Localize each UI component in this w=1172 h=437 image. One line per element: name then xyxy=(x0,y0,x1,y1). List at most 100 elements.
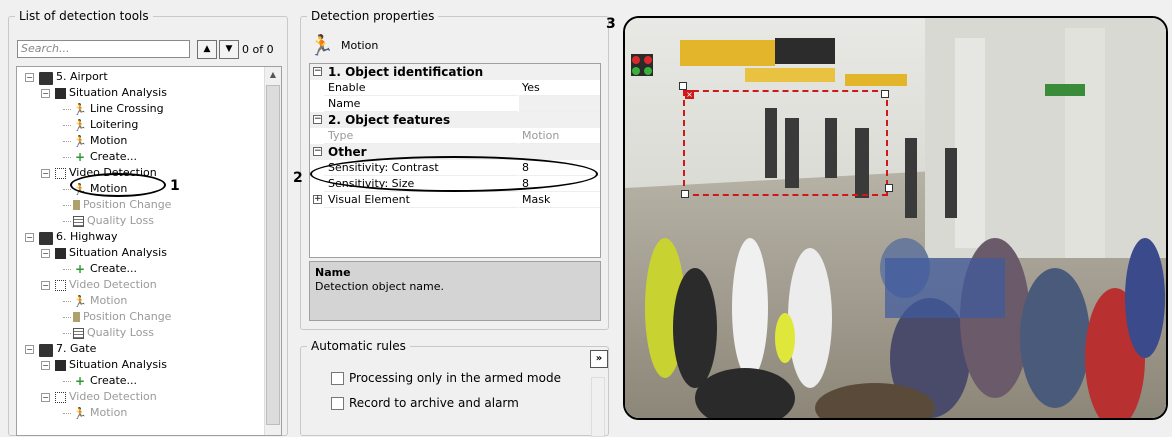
tree-item[interactable]: 🏃 Motion xyxy=(73,293,127,309)
tree-item-label: Quality Loss xyxy=(87,326,154,339)
search-input[interactable]: Search... xyxy=(17,40,190,58)
tree-item-label: Position Change xyxy=(83,310,172,323)
tree-item-label: Motion xyxy=(90,406,128,419)
tree-item[interactable]: 6. Highway xyxy=(39,229,118,245)
tree-item-label: Situation Analysis xyxy=(69,358,167,371)
expand-toggle[interactable]: − xyxy=(25,233,34,242)
detection-tools-panel: List of detection tools Search... ▲ ▼ 0 … xyxy=(8,9,288,436)
rules-scrollbar[interactable] xyxy=(591,377,605,437)
expand-toggle[interactable]: − xyxy=(313,147,322,156)
property-category[interactable]: −2. Object features xyxy=(310,112,600,128)
tree-item-label: Motion xyxy=(90,134,128,147)
search-counter: 0 of 0 xyxy=(242,43,274,56)
tree-item[interactable]: Quality Loss xyxy=(73,325,154,341)
tree-item-label: Video Detection xyxy=(69,278,157,291)
video-detection-icon xyxy=(55,279,66,291)
tree-item[interactable]: + Create... xyxy=(73,373,137,389)
position-change-icon xyxy=(73,200,80,210)
tree-item[interactable]: Situation Analysis xyxy=(55,357,167,373)
tree-item[interactable]: Position Change xyxy=(73,197,171,213)
property-category[interactable]: −1. Object identification xyxy=(310,64,600,80)
panel-title: Automatic rules xyxy=(307,339,410,353)
area-handle[interactable] xyxy=(885,184,893,192)
runner-icon: 🏃 xyxy=(73,118,87,132)
tree-item[interactable]: 7. Gate xyxy=(39,341,96,357)
tree-item-label: Quality Loss xyxy=(87,214,154,227)
tree-item-label: Create... xyxy=(90,374,138,387)
tree-connector xyxy=(63,189,71,190)
tree-item[interactable]: Situation Analysis xyxy=(55,245,167,261)
property-key: 2. Object features xyxy=(328,113,451,127)
record-archive-checkbox[interactable]: Record to archive and alarm xyxy=(331,396,519,410)
tree-item-label: Motion xyxy=(90,294,128,307)
property-key: Visual Element xyxy=(328,193,410,206)
runner-icon: 🏃 xyxy=(309,33,334,57)
expand-toggle[interactable]: − xyxy=(313,115,322,124)
property-row[interactable]: Enable Yes xyxy=(310,80,600,96)
expand-toggle[interactable]: − xyxy=(41,361,50,370)
property-key: 1. Object identification xyxy=(328,65,484,79)
runner-icon: 🏃 xyxy=(73,294,87,308)
expand-toggle[interactable]: − xyxy=(41,393,50,402)
description-text: Detection object name. xyxy=(315,280,445,293)
tree-item[interactable]: Situation Analysis xyxy=(55,85,167,101)
tree-item[interactable]: Position Change xyxy=(73,309,171,325)
camera-video-view[interactable]: × xyxy=(623,16,1168,420)
expand-toggle[interactable]: − xyxy=(41,249,50,258)
tree-item[interactable]: + Create... xyxy=(73,261,137,277)
area-handle[interactable] xyxy=(881,90,889,98)
armed-mode-checkbox[interactable]: Processing only in the armed mode xyxy=(331,371,561,385)
tree-item[interactable]: 🏃 Line Crossing xyxy=(73,101,163,117)
tree-item[interactable]: 🏃 Motion xyxy=(73,405,127,421)
tree-item-label: Situation Analysis xyxy=(69,86,167,99)
scroll-thumb[interactable] xyxy=(266,85,280,425)
tree-scrollbar[interactable]: ▲ xyxy=(264,67,281,435)
runner-icon: 🏃 xyxy=(73,134,87,148)
tree-item[interactable]: Quality Loss xyxy=(73,213,154,229)
property-value-cell[interactable] xyxy=(519,96,600,112)
expand-button[interactable]: » xyxy=(590,350,608,368)
expand-toggle[interactable]: − xyxy=(41,281,50,290)
quality-loss-icon xyxy=(73,215,84,227)
prev-result-button[interactable]: ▲ xyxy=(197,40,217,59)
property-row[interactable]: Name xyxy=(310,96,600,112)
property-value[interactable]: Yes xyxy=(522,80,600,96)
area-handle[interactable] xyxy=(679,82,687,90)
close-area-icon[interactable]: × xyxy=(685,90,694,99)
expand-toggle[interactable]: − xyxy=(25,73,34,82)
camera-icon xyxy=(39,231,53,245)
tree-item[interactable]: 🏃 Motion xyxy=(73,133,127,149)
expand-toggle[interactable]: − xyxy=(25,345,34,354)
selection-ellipse-2 xyxy=(310,156,598,192)
checkbox-box[interactable] xyxy=(331,396,344,410)
next-result-button[interactable]: ▼ xyxy=(219,40,239,59)
position-change-icon xyxy=(73,312,80,322)
expand-toggle[interactable]: − xyxy=(41,169,50,178)
runner-icon: 🏃 xyxy=(73,102,87,116)
situation-analysis-icon xyxy=(55,359,66,371)
property-value[interactable]: Motion xyxy=(522,128,600,144)
expand-toggle[interactable]: − xyxy=(41,89,50,98)
detection-area-outline[interactable] xyxy=(683,90,888,196)
area-handle[interactable] xyxy=(681,190,689,198)
tree-item-label: Position Change xyxy=(83,198,172,211)
detection-tools-tree[interactable]: 5. Airport − Situation Analysis − 🏃 Line Cros… xyxy=(16,66,282,436)
tree-item[interactable]: 🏃 Loitering xyxy=(73,117,138,133)
property-row[interactable]: Type Motion xyxy=(310,128,600,144)
scroll-up-icon[interactable]: ▲ xyxy=(265,67,281,83)
plus-icon: + xyxy=(74,149,86,164)
video-detection-icon xyxy=(55,167,66,179)
expand-toggle[interactable]: − xyxy=(313,67,322,76)
tree-item[interactable]: Video Detection xyxy=(55,389,157,405)
tree-item[interactable]: 5. Airport xyxy=(39,69,108,85)
property-row[interactable]: + Visual Element Mask xyxy=(310,192,600,208)
tree-connector xyxy=(63,157,71,158)
property-value[interactable]: Mask xyxy=(522,192,600,208)
checkbox-box[interactable] xyxy=(331,371,344,385)
tree-item[interactable]: Video Detection xyxy=(55,277,157,293)
expand-toggle[interactable]: + xyxy=(313,195,322,204)
tool-header: 🏃 Motion xyxy=(309,32,378,58)
tree-item-label: Situation Analysis xyxy=(69,246,167,259)
tree-item[interactable]: + Create... xyxy=(73,149,137,165)
plus-icon: + xyxy=(74,373,86,388)
